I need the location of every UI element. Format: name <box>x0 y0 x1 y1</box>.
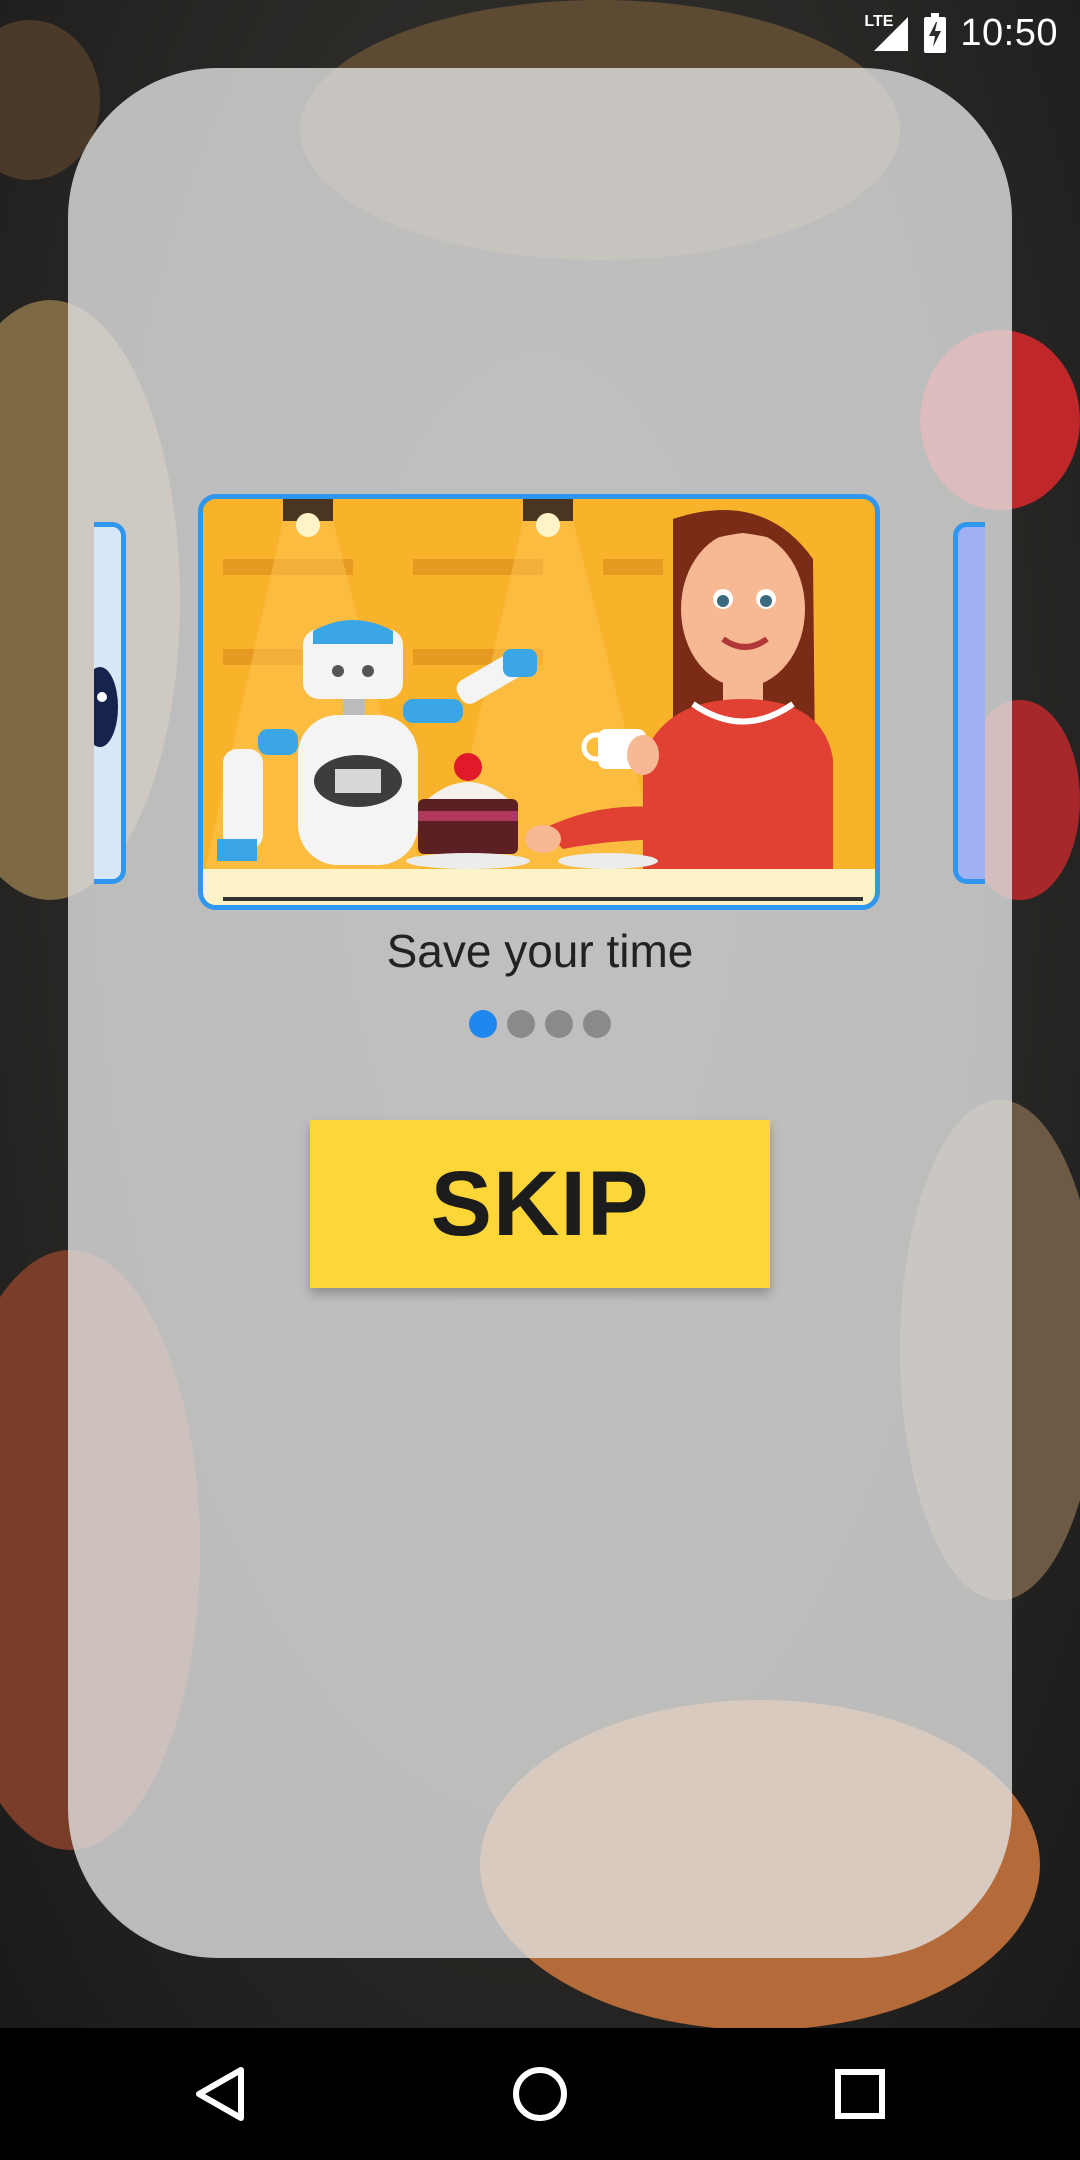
robot-serving-cake-illustration <box>203 499 875 905</box>
slide-caption: Save your time <box>386 925 694 977</box>
carousel-slide-current[interactable] <box>198 494 880 910</box>
page-indicator <box>0 1010 1080 1038</box>
home-circle-icon[interactable] <box>504 2058 576 2130</box>
carousel-slide-next[interactable] <box>953 522 985 884</box>
recents-square-icon[interactable] <box>824 2058 896 2130</box>
navigation-bar <box>0 2028 1080 2160</box>
battery-charging-icon <box>924 13 947 53</box>
page-dot-2[interactable] <box>507 1010 535 1038</box>
skip-button[interactable]: SKIP <box>310 1120 770 1288</box>
status-bar: LTE 10:50 <box>0 0 1080 66</box>
carousel-slide-previous[interactable] <box>94 522 126 884</box>
page-dot-1[interactable] <box>469 1010 497 1038</box>
page-dot-4[interactable] <box>583 1010 611 1038</box>
status-time: 10:50 <box>960 11 1058 54</box>
back-triangle-icon[interactable] <box>185 2058 257 2130</box>
page-dot-3[interactable] <box>545 1010 573 1038</box>
lte-signal-icon: LTE <box>864 13 910 53</box>
